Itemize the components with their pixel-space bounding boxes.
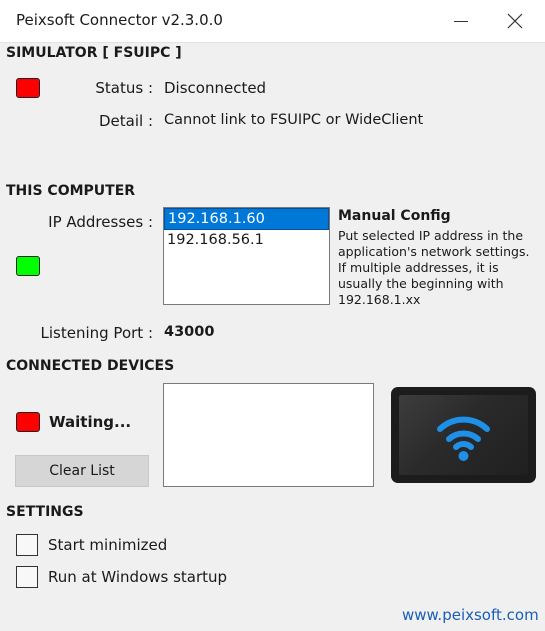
connected-devices-list[interactable] xyxy=(163,383,374,487)
start-minimized-label: Start minimized xyxy=(48,536,168,554)
computer-status-led xyxy=(16,256,40,276)
wifi-tablet-icon xyxy=(391,387,536,483)
connected-devices-heading: CONNECTED DEVICES xyxy=(6,358,175,374)
status-value: Disconnected xyxy=(164,79,267,97)
minimize-icon xyxy=(454,20,468,22)
wifi-icon xyxy=(437,416,490,461)
this-computer-heading: THIS COMPUTER xyxy=(6,183,136,199)
window-title: Peixsoft Connector v2.3.0.0 xyxy=(16,11,223,29)
listening-port-value: 43000 xyxy=(164,324,215,340)
minimize-button[interactable] xyxy=(438,0,484,42)
waiting-text: Waiting... xyxy=(49,413,132,431)
detail-label: Detail : xyxy=(98,112,153,130)
detail-value: Cannot link to FSUIPC or WideClient xyxy=(164,112,424,128)
close-button[interactable] xyxy=(492,0,538,42)
manual-config-title: Manual Config xyxy=(338,208,451,224)
ip-list-item[interactable]: 192.168.56.1 xyxy=(164,230,329,250)
simulator-status-led xyxy=(16,78,40,98)
start-minimized-checkbox[interactable] xyxy=(16,534,38,556)
status-label: Status : xyxy=(95,79,153,97)
run-at-startup-label: Run at Windows startup xyxy=(48,568,228,586)
clear-list-button[interactable]: Clear List xyxy=(15,455,149,487)
title-bar: Peixsoft Connector v2.3.0.0 xyxy=(0,0,545,43)
simulator-heading: SIMULATOR [ FSUIPC ] xyxy=(6,45,182,61)
manual-config-text: Put selected IP address in the applicati… xyxy=(338,228,530,307)
run-at-startup-checkbox[interactable] xyxy=(16,566,38,588)
ip-addresses-label: IP Addresses : xyxy=(48,213,153,231)
devices-status-led xyxy=(16,412,40,432)
tablet-screen xyxy=(399,395,528,475)
listening-port-label: Listening Port : xyxy=(40,324,153,342)
website-link[interactable]: www.peixsoft.com xyxy=(402,606,539,624)
close-icon xyxy=(507,13,523,29)
settings-heading: SETTINGS xyxy=(6,504,84,520)
ip-address-list[interactable]: 192.168.1.60 192.168.56.1 xyxy=(163,207,330,305)
ip-list-item-selected[interactable]: 192.168.1.60 xyxy=(164,208,329,230)
